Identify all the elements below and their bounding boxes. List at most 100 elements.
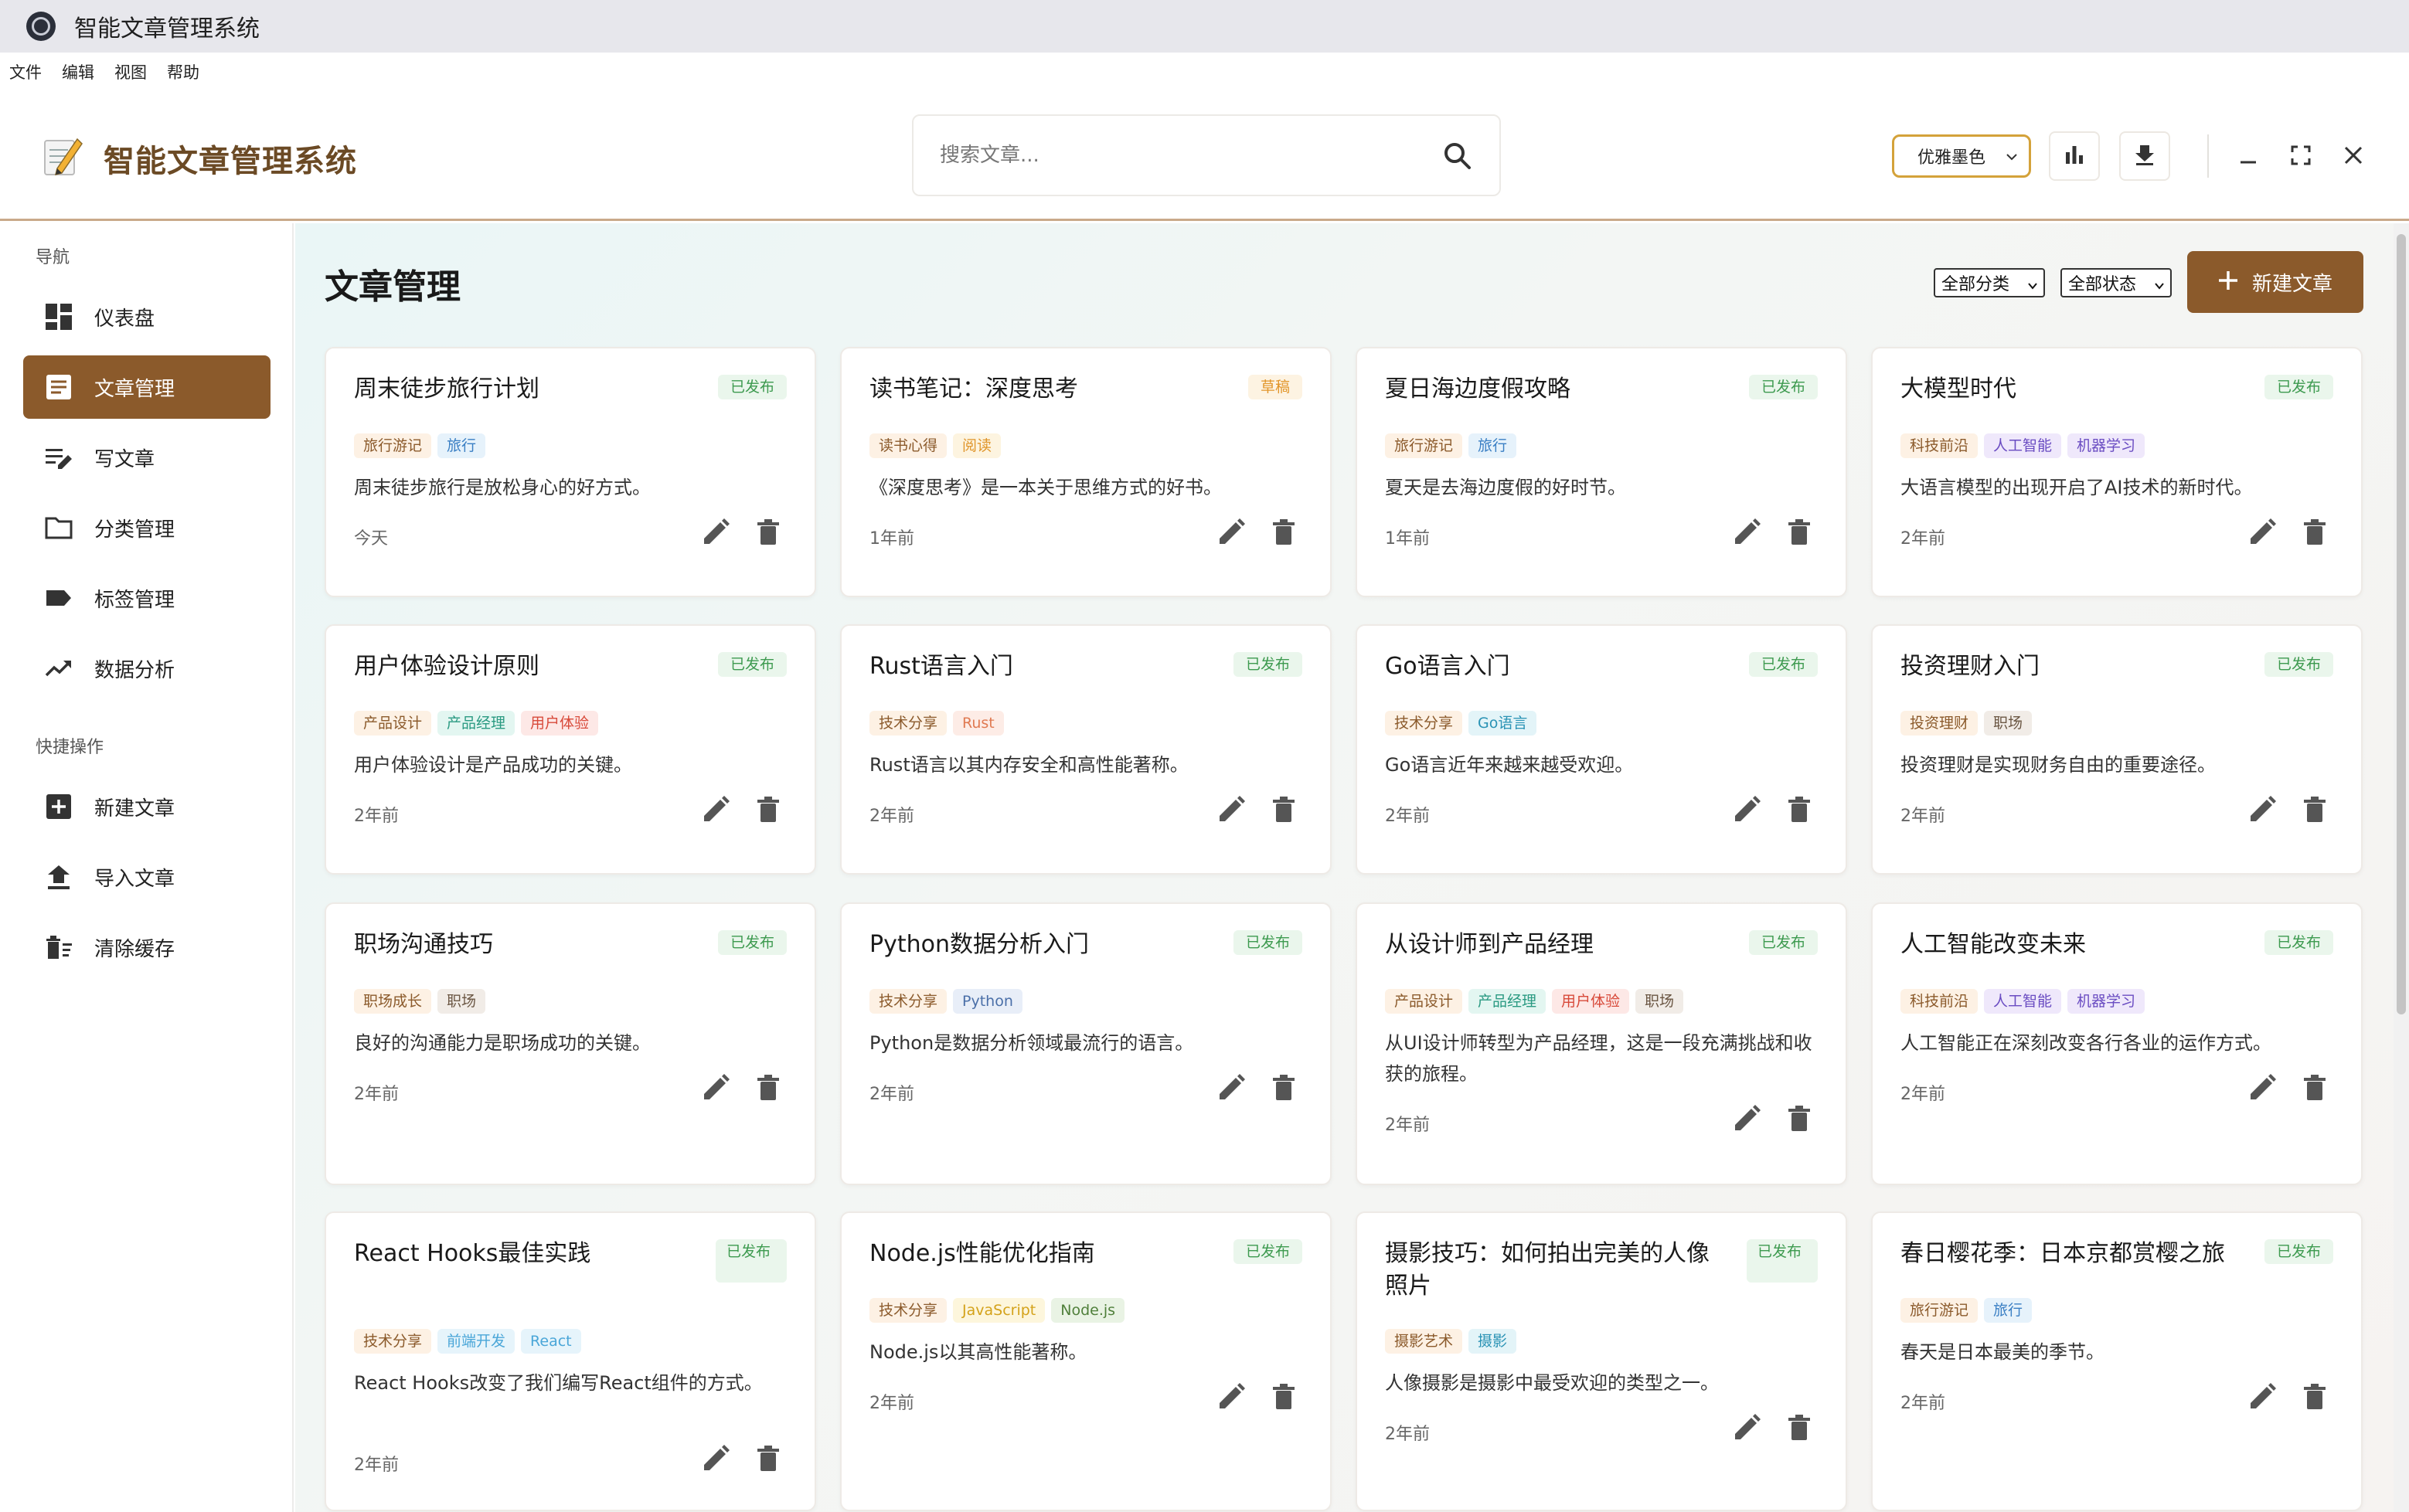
article-title[interactable]: 周末徒步旅行计划 xyxy=(354,373,709,406)
delete-button[interactable] xyxy=(2298,1381,2332,1415)
article-title[interactable]: 职场沟通技巧 xyxy=(354,929,709,961)
edit-button[interactable] xyxy=(2245,1381,2279,1415)
article-card[interactable]: 摄影技巧：如何拍出完美的人像照片 已发布 摄影艺术 摄影 人像摄影是摄影中最受欢迎的类型… xyxy=(1356,1211,1847,1511)
article-tag[interactable]: 科技前沿 xyxy=(1900,989,1979,1014)
article-tag[interactable]: 旅行 xyxy=(1984,1298,2033,1323)
article-card[interactable]: React Hooks最佳实践 已发布 技术分享 前端开发 React React Hoo… xyxy=(325,1211,816,1511)
article-title[interactable]: Go语言入门 xyxy=(1385,651,1740,683)
sidebar-item-analytics[interactable]: 数据分析 xyxy=(23,637,271,700)
delete-button[interactable] xyxy=(751,1443,785,1477)
edit-button[interactable] xyxy=(2245,517,2279,551)
delete-button[interactable] xyxy=(751,794,785,828)
menu-edit[interactable]: 编辑 xyxy=(62,60,94,83)
sidebar-item-import[interactable]: 导入文章 xyxy=(23,845,271,909)
delete-button[interactable] xyxy=(1267,1381,1301,1415)
delete-button[interactable] xyxy=(2298,517,2332,551)
article-tag[interactable]: Go语言 xyxy=(1468,711,1537,736)
article-title[interactable]: 投资理财入门 xyxy=(1900,651,2256,683)
article-tag[interactable]: 摄影 xyxy=(1468,1329,1517,1354)
scrollbar-thumb[interactable] xyxy=(2397,234,2406,1014)
article-tag[interactable]: 职场 xyxy=(1635,989,1684,1014)
edit-button[interactable] xyxy=(1214,1381,1248,1415)
edit-button[interactable] xyxy=(1730,1103,1764,1137)
article-card[interactable]: 职场沟通技巧 已发布 职场成长 职场 良好的沟通能力是职场成功的关键。 2年前 xyxy=(325,902,816,1185)
article-title[interactable]: 用户体验设计原则 xyxy=(354,651,709,683)
new-article-button[interactable]: 新建文章 xyxy=(2187,251,2363,313)
close-button[interactable] xyxy=(2334,138,2373,176)
article-card[interactable]: Node.js性能优化指南 已发布 技术分享 JavaScript Node.js Nod… xyxy=(840,1211,1332,1511)
article-tag[interactable]: Node.js xyxy=(1051,1298,1125,1323)
article-card[interactable]: Go语言入门 已发布 技术分享 Go语言 Go语言近年来越来越受欢迎。 2年前 xyxy=(1356,624,1847,875)
article-card[interactable]: 大模型时代 已发布 科技前沿 人工智能 机器学习 大语言模型的出现开启了AI技术的新时代。… xyxy=(1871,347,2363,597)
article-card[interactable]: 春日樱花季：日本京都赏樱之旅 已发布 旅行游记 旅行 春天是日本最美的季节。 2年前 xyxy=(1871,1211,2363,1511)
edit-button[interactable] xyxy=(1214,1072,1248,1106)
delete-button[interactable] xyxy=(2298,1072,2332,1106)
article-title[interactable]: 大模型时代 xyxy=(1900,373,2256,406)
delete-button[interactable] xyxy=(751,517,785,551)
edit-button[interactable] xyxy=(1730,1412,1764,1446)
article-tag[interactable]: 职场 xyxy=(1984,711,2033,736)
article-tag[interactable]: 旅行 xyxy=(437,433,486,458)
edit-button[interactable] xyxy=(699,1443,733,1477)
article-tag[interactable]: 人工智能 xyxy=(1984,433,2062,458)
sidebar-item-articles[interactable]: 文章管理 xyxy=(23,355,271,419)
article-card[interactable]: Python数据分析入门 已发布 技术分享 Python Python是数据分析领域最流… xyxy=(840,902,1332,1185)
article-tag[interactable]: Python xyxy=(953,989,1022,1014)
fullscreen-button[interactable] xyxy=(2281,138,2320,176)
search-icon[interactable] xyxy=(1441,139,1475,173)
article-card[interactable]: 读书笔记：深度思考 草稿 读书心得 阅读 《深度思考》是一本关于思维方式的好书。 1年前 xyxy=(840,347,1332,597)
menu-file[interactable]: 文件 xyxy=(9,60,42,83)
article-title[interactable]: 读书笔记：深度思考 xyxy=(869,373,1225,406)
article-tag[interactable]: 科技前沿 xyxy=(1900,433,1979,458)
article-card[interactable]: Rust语言入门 已发布 技术分享 Rust Rust语言以其内存安全和高性能著称。 2年… xyxy=(840,624,1332,875)
menu-help[interactable]: 帮助 xyxy=(167,60,199,83)
article-title[interactable]: React Hooks最佳实践 xyxy=(354,1238,694,1270)
article-tag[interactable]: 旅行游记 xyxy=(1385,433,1463,458)
article-title[interactable]: Rust语言入门 xyxy=(869,651,1225,683)
article-tag[interactable]: 旅行游记 xyxy=(1900,1298,1979,1323)
theme-select[interactable]: 优雅墨色 xyxy=(1892,134,2031,178)
article-tag[interactable]: 投资理财 xyxy=(1900,711,1979,736)
article-title[interactable]: Node.js性能优化指南 xyxy=(869,1238,1225,1270)
article-tag[interactable]: 人工智能 xyxy=(1984,989,2062,1014)
delete-button[interactable] xyxy=(1782,517,1816,551)
edit-button[interactable] xyxy=(1214,794,1248,828)
delete-button[interactable] xyxy=(1782,794,1816,828)
article-title[interactable]: 春日樱花季：日本京都赏樱之旅 xyxy=(1900,1238,2256,1270)
article-tag[interactable]: 阅读 xyxy=(953,433,1002,458)
article-tag[interactable]: 用户体验 xyxy=(1552,989,1630,1014)
article-title[interactable]: 夏日海边度假攻略 xyxy=(1385,373,1740,406)
sidebar-item-new-article[interactable]: 新建文章 xyxy=(23,775,271,838)
category-filter[interactable]: 全部分类 xyxy=(1934,268,2045,297)
article-tag[interactable]: 用户体验 xyxy=(521,711,599,736)
delete-button[interactable] xyxy=(1782,1103,1816,1137)
export-button[interactable] xyxy=(2119,131,2170,181)
sidebar-item-dashboard[interactable]: 仪表盘 xyxy=(23,285,271,348)
article-tag[interactable]: Rust xyxy=(953,711,1004,736)
article-tag[interactable]: 技术分享 xyxy=(869,711,948,736)
minimize-button[interactable] xyxy=(2229,138,2268,176)
article-tag[interactable]: JavaScript xyxy=(953,1298,1046,1323)
article-title[interactable]: 从设计师到产品经理 xyxy=(1385,929,1740,961)
stats-button[interactable] xyxy=(2049,131,2100,181)
edit-button[interactable] xyxy=(1214,517,1248,551)
delete-button[interactable] xyxy=(1267,1072,1301,1106)
edit-button[interactable] xyxy=(699,794,733,828)
article-tag[interactable]: 产品设计 xyxy=(354,711,432,736)
article-title[interactable]: 人工智能改变未来 xyxy=(1900,929,2256,961)
article-tag[interactable]: 产品设计 xyxy=(1385,989,1463,1014)
status-filter[interactable]: 全部状态 xyxy=(2060,268,2172,297)
sidebar-item-write[interactable]: 写文章 xyxy=(23,426,271,489)
article-card[interactable]: 用户体验设计原则 已发布 产品设计 产品经理 用户体验 用户体验设计是产品成功的关键。 2年… xyxy=(325,624,816,875)
delete-button[interactable] xyxy=(1782,1412,1816,1446)
article-tag[interactable]: 旅行游记 xyxy=(354,433,432,458)
article-tag[interactable]: 机器学习 xyxy=(2067,433,2145,458)
search-input[interactable] xyxy=(940,116,1434,195)
article-tag[interactable]: 产品经理 xyxy=(437,711,515,736)
article-card[interactable]: 投资理财入门 已发布 投资理财 职场 投资理财是实现财务自由的重要途径。 2年前 xyxy=(1871,624,2363,875)
edit-button[interactable] xyxy=(699,517,733,551)
article-tag[interactable]: 产品经理 xyxy=(1468,989,1546,1014)
article-tag[interactable]: 机器学习 xyxy=(2067,989,2145,1014)
article-tag[interactable]: 技术分享 xyxy=(1385,711,1463,736)
menu-view[interactable]: 视图 xyxy=(114,60,147,83)
